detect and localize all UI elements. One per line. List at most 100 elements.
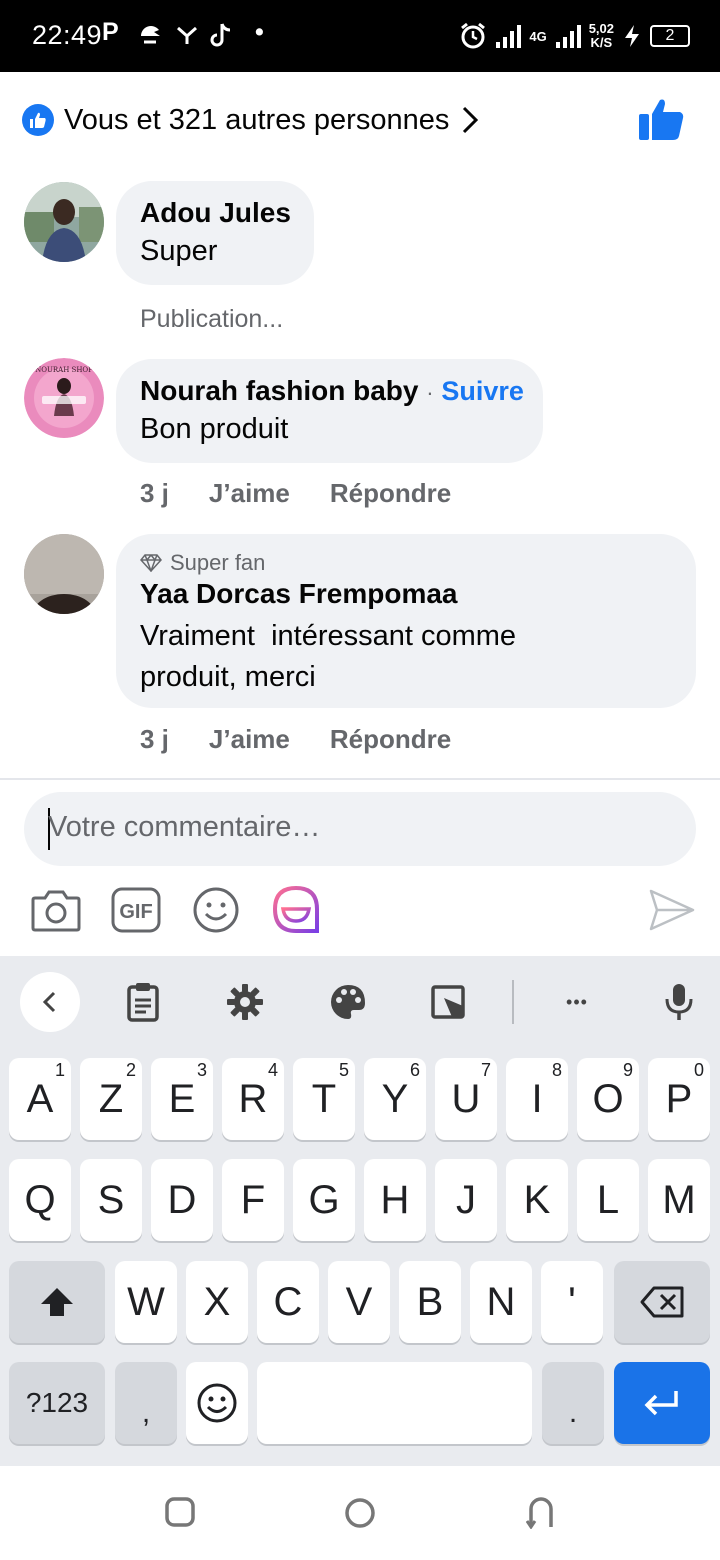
comment-text: Vraiment intéressant comme produit, merc…: [140, 620, 525, 693]
gif-icon[interactable]: GIF: [110, 884, 162, 936]
key-label: X: [203, 1279, 231, 1324]
camera-icon[interactable]: [30, 884, 82, 936]
key-g[interactable]: G: [293, 1159, 355, 1241]
key-label: Z: [98, 1076, 124, 1121]
signal-icon-2: [555, 25, 581, 48]
key-label: B: [416, 1279, 444, 1324]
key-hint: 5: [338, 1060, 349, 1080]
key-label: P: [665, 1076, 693, 1121]
like-button-icon[interactable]: [638, 98, 684, 140]
comma-key[interactable]: ,: [115, 1362, 177, 1444]
key-k[interactable]: K: [506, 1159, 568, 1241]
key-c[interactable]: C: [257, 1261, 319, 1343]
battery-icon: 2: [650, 25, 690, 47]
key-h[interactable]: H: [364, 1159, 426, 1241]
shift-key[interactable]: [9, 1261, 105, 1343]
key-hint: 4: [267, 1060, 278, 1080]
chevron-right-icon: [463, 106, 479, 134]
key-d[interactable]: D: [151, 1159, 213, 1241]
comment-actions: 3 j J’aime Répondre: [140, 478, 451, 509]
more-icon[interactable]: •••: [547, 972, 607, 1032]
comment-author[interactable]: Adou Jules: [140, 197, 291, 229]
home-icon[interactable]: [344, 1497, 376, 1529]
key-t[interactable]: T5: [293, 1058, 355, 1140]
comment-bubble[interactable]: Super fan Yaa Dorcas Frempomaa Vraiment …: [116, 534, 696, 708]
key-n[interactable]: N: [470, 1261, 532, 1343]
key-hint: 9: [622, 1060, 633, 1080]
mic-icon[interactable]: [649, 972, 709, 1032]
comment-actions: 3 j J’aime Répondre: [140, 724, 451, 755]
key-f[interactable]: F: [222, 1159, 284, 1241]
key-apostrophe[interactable]: ': [541, 1261, 603, 1343]
reactions-text: Vous et 321 autres personnes: [64, 103, 450, 136]
key-y[interactable]: Y6: [364, 1058, 426, 1140]
key-e[interactable]: E3: [151, 1058, 213, 1140]
key-label: Q: [24, 1177, 56, 1222]
reply-action[interactable]: Répondre: [330, 724, 451, 755]
key-label: C: [273, 1279, 303, 1324]
backspace-key[interactable]: [614, 1261, 710, 1343]
key-a[interactable]: A1: [9, 1058, 71, 1140]
avatar-yaa-dorcas-frempomaa[interactable]: [24, 534, 104, 614]
comment-text: Super: [140, 235, 218, 267]
key-q[interactable]: Q: [9, 1159, 71, 1241]
like-action[interactable]: J’aime: [209, 724, 290, 755]
send-icon[interactable]: [646, 884, 698, 936]
key-j[interactable]: J: [435, 1159, 497, 1241]
like-action[interactable]: J’aime: [209, 478, 290, 509]
symbols-key[interactable]: ?123: [9, 1362, 105, 1444]
key-x[interactable]: X: [186, 1261, 248, 1343]
avatar-adou-jules[interactable]: [24, 182, 104, 262]
comment-input[interactable]: Votre commentaire…: [24, 792, 696, 866]
key-label: V: [345, 1279, 373, 1324]
key-l[interactable]: L: [577, 1159, 639, 1241]
key-s[interactable]: S: [80, 1159, 142, 1241]
resize-icon[interactable]: [418, 972, 478, 1032]
settings-icon[interactable]: [215, 972, 275, 1032]
separator: ·: [426, 380, 434, 405]
avatar-sticker-icon[interactable]: [270, 884, 322, 936]
reply-action[interactable]: Répondre: [330, 478, 451, 509]
publication-note[interactable]: Publication...: [140, 305, 283, 334]
key-i[interactable]: I8: [506, 1058, 568, 1140]
status-bar: 22:49 P • 4G 5,02 K/S 2: [0, 0, 720, 72]
period-key[interactable]: .: [542, 1362, 604, 1444]
enter-key[interactable]: [614, 1362, 710, 1444]
comment-author[interactable]: Yaa Dorcas Frempomaa: [140, 578, 672, 610]
key-label: E: [168, 1076, 196, 1121]
comment-time: 3 j: [140, 724, 169, 754]
diamond-icon: [140, 554, 162, 572]
avatar-nourah-fashion-baby[interactable]: NOURAH SHOP: [24, 358, 104, 438]
emoji-key[interactable]: [186, 1362, 248, 1444]
key-b[interactable]: B: [399, 1261, 461, 1343]
clipboard-icon[interactable]: [113, 972, 173, 1032]
key-u[interactable]: U7: [435, 1058, 497, 1140]
comment-placeholder: Votre commentaire…: [48, 811, 321, 843]
key-p[interactable]: P0: [648, 1058, 710, 1140]
key-v[interactable]: V: [328, 1261, 390, 1343]
space-key[interactable]: [257, 1362, 532, 1444]
key-label: Y: [381, 1076, 409, 1121]
gif-label: GIF: [119, 901, 152, 923]
recents-icon[interactable]: [165, 1497, 195, 1527]
palette-icon[interactable]: [318, 972, 378, 1032]
reactions-summary[interactable]: Vous et 321 autres personnes: [22, 100, 479, 140]
key-hint: 6: [409, 1060, 420, 1080]
key-m[interactable]: M: [648, 1159, 710, 1241]
smiley-icon[interactable]: [190, 884, 242, 936]
keyboard: ••• ?123 , . A1Z2E3R4T5Y6U7I8O9P0QSDFGHJ…: [0, 956, 720, 1466]
key-label: ': [568, 1279, 576, 1324]
key-hint: 2: [125, 1060, 136, 1080]
comment-bubble[interactable]: Adou Jules Super: [116, 181, 314, 285]
back-nav-icon[interactable]: [526, 1495, 556, 1529]
comment-author[interactable]: Nourah fashion baby: [140, 375, 418, 406]
key-o[interactable]: O9: [577, 1058, 639, 1140]
like-icon: [22, 104, 54, 136]
key-w[interactable]: W: [115, 1261, 177, 1343]
back-icon[interactable]: [20, 972, 80, 1032]
comment-bubble[interactable]: Nourah fashion baby · Suivre Bon produit: [116, 359, 543, 463]
super-fan-badge: Super fan: [140, 550, 672, 576]
follow-button[interactable]: Suivre: [441, 376, 524, 406]
key-r[interactable]: R4: [222, 1058, 284, 1140]
key-z[interactable]: Z2: [80, 1058, 142, 1140]
